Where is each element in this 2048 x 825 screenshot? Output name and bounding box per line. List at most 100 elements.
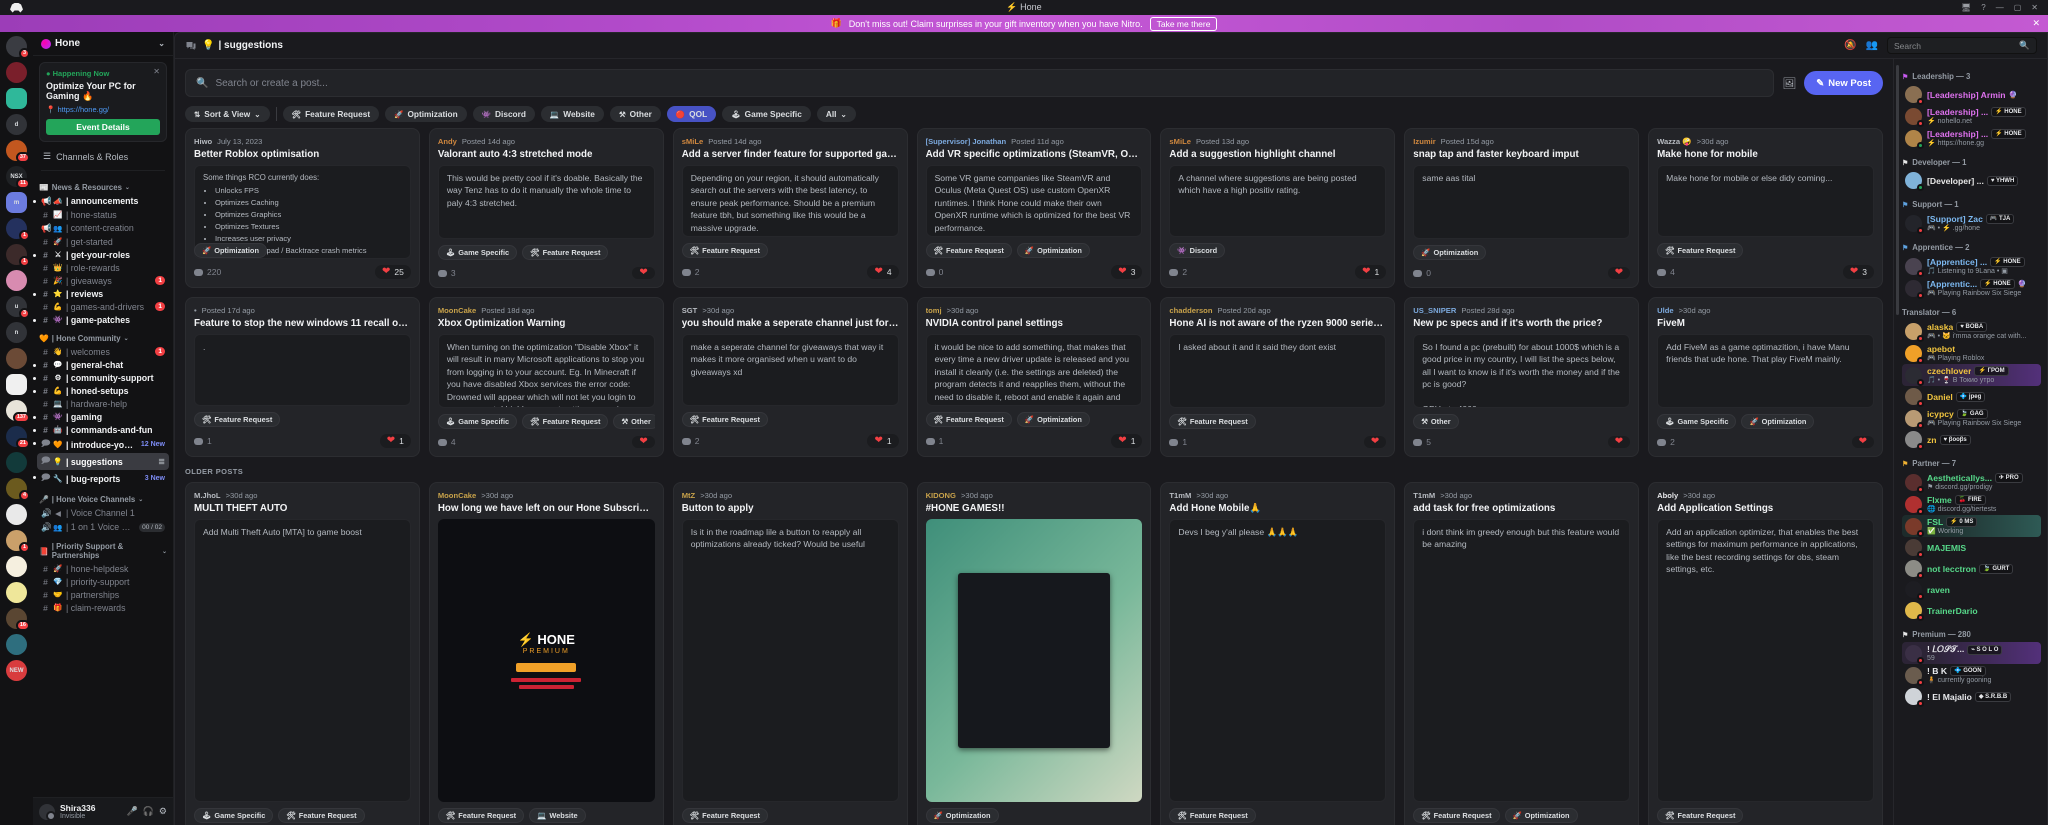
post-tag-feature-request[interactable]: 🛠 Feature Request <box>1657 808 1744 823</box>
category-header[interactable]: 📕 | Priority Support & Partnerships ⌄ <box>39 542 167 560</box>
event-details-button[interactable]: Event Details <box>46 119 160 135</box>
sidebar-item-commands-and-fun[interactable]: # 🤖 | commands-and-fun <box>33 423 169 436</box>
like-button[interactable]: ❤ 1 <box>867 434 899 448</box>
post-tag-game-specific[interactable]: 🕹 Game Specific <box>437 245 518 260</box>
member-list[interactable]: ⚑ Leadership — 3 [Leadership] Armin 🔮 [Leade… <box>1893 59 2047 825</box>
sidebar-item-gaming[interactable]: # 👾 | gaming <box>33 410 169 423</box>
filter-tag-other[interactable]: ⚒ Other <box>609 106 661 122</box>
post-tag-website[interactable]: 💻 Website <box>529 808 586 823</box>
sidebar-item-hone-helpdesk[interactable]: # 🚀 | hone-helpdesk <box>37 562 169 575</box>
post-tag-game-specific[interactable]: 🕹 Game Specific <box>437 414 518 429</box>
post-tag-feature-request[interactable]: 🛠 Feature Request <box>1169 808 1256 823</box>
post-card[interactable]: MoonCake Posted 18d ago Xbox Optimization … <box>428 297 664 457</box>
member-row[interactable]: ! B K 💠 GOON 🧍 currently gooning <box>1902 664 2041 686</box>
category-header[interactable]: 🧡 | Hone Community ⌄ <box>39 334 167 343</box>
member-row[interactable]: MAJEMIS <box>1902 537 2041 558</box>
post-tag-game-specific[interactable]: 🕹 Game Specific <box>1657 414 1737 429</box>
like-button[interactable]: ❤ <box>632 267 655 279</box>
post-tag-discord[interactable]: 👾 Discord <box>1169 243 1226 258</box>
settings-gear-icon[interactable]: ⚙ <box>159 806 167 817</box>
channels-and-roles[interactable]: ☰ Channels & Roles <box>41 148 165 171</box>
post-card[interactable]: MoonCake >30d ago How long we have left on… <box>428 482 664 825</box>
category-header[interactable]: 📰 News & Resources ⌄ <box>39 183 167 192</box>
notifications-muted-icon[interactable]: 🔕 <box>1844 40 1856 51</box>
sidebar-item-priority-support[interactable]: # 💎 | priority-support <box>37 575 169 588</box>
sidebar-item-hardware-help[interactable]: # 💻 | hardware-help <box>37 397 169 410</box>
like-button[interactable]: ❤ <box>1851 436 1874 448</box>
server-icon[interactable]: 37 <box>6 140 30 163</box>
member-row[interactable]: icypcy 🍃 GAG 🎮 Playing Rainbow Six Siege <box>1902 407 2041 429</box>
sidebar-item-announcements[interactable]: 📢 📣 | announcements <box>33 194 169 208</box>
member-row[interactable]: [Leadership] ... ⚡ HONE ⚡ https://hone.gg <box>1902 127 2041 149</box>
posts-scroll-area[interactable]: Hiwo July 13, 2023 Better Roblox optimisat… <box>185 128 1883 825</box>
scrollbar[interactable] <box>1896 65 1899 315</box>
sidebar-item-suggestions[interactable]: 🗩 💡 | suggestions ≣ <box>37 453 169 470</box>
post-tag-feature-request[interactable]: 🛠 Feature Request <box>681 412 769 427</box>
member-row[interactable]: [Apprentice] ... ⚡ HONE 🎵 Listening to 9La… <box>1902 255 2041 277</box>
post-tag-optimization[interactable]: 🚀 Optimization <box>194 243 267 258</box>
post-card[interactable]: Izumir Posted 15d ago snap tap and faster … <box>1404 128 1640 288</box>
post-tag-optimization[interactable]: 🚀 Optimization <box>925 808 999 823</box>
server-icon[interactable]: 21 <box>6 426 30 449</box>
post-tag-other[interactable]: ⚒ Other <box>1413 414 1459 429</box>
post-card[interactable]: Wazza 🤪 >30d ago Make hone for mobile Make … <box>1648 128 1883 288</box>
post-search-input[interactable]: 🔍 Search or create a post... <box>185 69 1775 97</box>
post-tag-optimization[interactable]: 🚀 Optimization <box>1016 243 1090 258</box>
filter-tag-website[interactable]: 💻 Website <box>540 106 604 122</box>
like-button[interactable]: ❤ 25 <box>374 265 411 279</box>
post-card[interactable]: chadderson Posted 20d ago Hone AI is not a… <box>1160 297 1396 457</box>
post-card[interactable]: M.JhoL >30d ago MULTI THEFT AUTO Add Multi … <box>185 482 420 825</box>
event-link[interactable]: 📍 https://hone.gg/ <box>46 105 160 114</box>
post-tag-feature-request[interactable]: 🛠 Feature Request <box>925 412 1012 427</box>
post-card[interactable]: T1mM >30d ago Add Hone Mobile🙏 Devs I beg y… <box>1160 482 1396 825</box>
post-tag-feature-request[interactable]: 🛠 Feature Request <box>194 412 281 427</box>
like-button[interactable]: ❤ <box>1363 436 1387 448</box>
server-icon[interactable]: 1 <box>6 218 30 241</box>
like-button[interactable]: ❤ 3 <box>1111 265 1143 279</box>
avatar[interactable] <box>39 803 56 821</box>
sidebar-item-game-patches[interactable]: # 👾 | game-patches <box>33 313 169 326</box>
member-row[interactable]: FSL ⚡ 0 MS ✅ Working <box>1902 515 2041 537</box>
post-tag-feature-request[interactable]: 🛠 Feature Request <box>681 808 769 823</box>
post-tag-feature-request[interactable]: 🛠 Feature Request <box>925 243 1012 258</box>
post-tag-feature-request[interactable]: 🛠 Feature Request <box>1413 808 1500 823</box>
post-card[interactable]: • Posted 17d ago Feature to stop the new w… <box>185 297 420 457</box>
server-icon[interactable]: 1 <box>6 244 30 267</box>
member-row[interactable]: Daniel 💠 jpeg <box>1902 386 2041 407</box>
member-row[interactable]: zn ♥ βooβs <box>1902 429 2041 450</box>
post-card[interactable]: MtZ >30d ago Button to apply Is it in the r… <box>672 482 908 825</box>
server-icon[interactable] <box>6 62 27 83</box>
headphones-icon[interactable]: 🎧 <box>143 806 154 817</box>
member-row[interactable]: [Leadership] Armin 🔮 <box>1902 84 2041 105</box>
sidebar-item-games-and-drivers[interactable]: # 💪 | games-and-drivers 1 <box>37 300 169 313</box>
post-tag-feature-request[interactable]: 🛠 Feature Request <box>1657 243 1744 258</box>
like-button[interactable]: ❤ 3 <box>1842 265 1874 279</box>
new-post-button[interactable]: ✎ New Post <box>1804 71 1883 95</box>
sidebar-item-Voice Channel 1[interactable]: 🔊 ◀ | Voice Channel 1 <box>37 506 169 520</box>
post-card[interactable]: sMiLe Posted 14d ago Add a server finder f… <box>672 128 908 288</box>
sidebar-item-get-started[interactable]: # 🚀 | get-started <box>37 235 169 248</box>
post-card[interactable]: US_SNIPER Posted 28d ago New pc specs and … <box>1404 297 1640 457</box>
post-tag-optimization[interactable]: 🚀 Optimization <box>1741 414 1815 429</box>
post-card[interactable]: Ulde >30d ago FiveM Add FiveM as a game opt… <box>1648 297 1883 457</box>
filter-tag-feature-request[interactable]: 🛠 Feature Request <box>282 106 380 122</box>
server-icon[interactable]: 3 <box>6 36 30 59</box>
close-button[interactable]: ✕ <box>2031 3 2038 12</box>
guild-header[interactable]: Hone ⌄ <box>33 32 173 56</box>
category-header[interactable]: 🎤 | Hone Voice Channels ⌄ <box>39 495 167 504</box>
member-row[interactable]: ! El Majalio ◆ S.R.B.B <box>1902 686 2041 707</box>
post-card[interactable]: SGT >30d ago you should make a seperate ch… <box>672 297 908 457</box>
server-icon[interactable]: u3 <box>6 296 30 319</box>
sidebar-item-get-your-roles[interactable]: # ⚔ | get-your-roles <box>33 248 169 261</box>
post-tag-optimization[interactable]: 🚀 Optimization <box>1504 808 1578 823</box>
sidebar-item-introduce-yourself[interactable]: 🗩🧡| introduce-yourself12 New <box>33 436 169 453</box>
post-tag-other[interactable]: ⚒ Other <box>613 414 655 429</box>
member-row[interactable]: TrainerDario <box>1902 600 2041 621</box>
server-icon[interactable]: 16 <box>6 608 30 631</box>
server-icon[interactable] <box>6 582 27 603</box>
server-icon[interactable]: NSX 11 <box>6 166 30 189</box>
post-tag-feature-request[interactable]: 🛠 Feature Request <box>522 245 609 260</box>
server-icon[interactable] <box>6 634 27 655</box>
member-row[interactable]: [Leadership] ... ⚡ HONE ⚡ nohello.net <box>1902 105 2041 127</box>
post-card[interactable]: sMiLe Posted 13d ago Add a suggestion high… <box>1160 128 1396 288</box>
